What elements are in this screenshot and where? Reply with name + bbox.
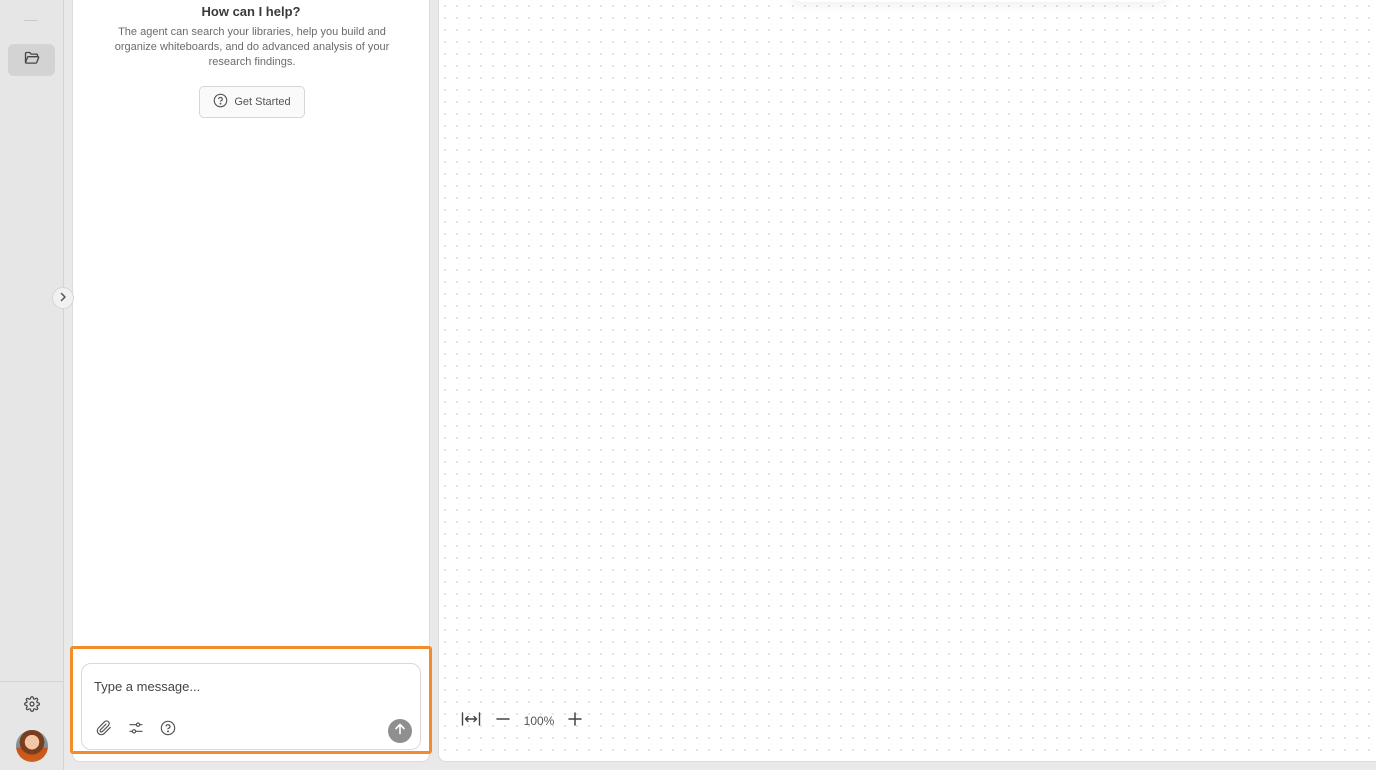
zoom-out-icon [496,712,510,731]
left-rail [0,0,64,770]
expand-panel-button[interactable] [52,287,74,309]
rail-bottom-divider [0,681,64,682]
chevron-right-icon [58,289,68,307]
zoom-in-icon [568,711,582,731]
settings-button[interactable] [22,695,42,717]
folder-open-icon [24,51,40,70]
fit-width-icon [461,711,481,732]
help-circle-icon [213,93,228,111]
help-title: How can I help? [201,4,301,19]
fit-width-button[interactable] [459,710,483,732]
composer-highlight-outline [70,646,432,754]
get-started-label: Get Started [234,96,291,108]
user-avatar[interactable] [16,730,48,762]
zoom-controls: 100% [459,710,587,732]
help-description: The agent can search your libraries, hel… [114,26,390,68]
files-button[interactable] [8,44,55,76]
rail-divider [24,20,38,21]
top-toolbar-edge [789,0,1169,2]
whiteboard-canvas[interactable]: 100% [438,0,1376,762]
get-started-button[interactable]: Get Started [199,86,305,118]
zoom-out-button[interactable] [491,710,515,732]
zoom-in-button[interactable] [563,710,587,732]
zoom-level: 100% [523,714,555,728]
gear-icon [24,695,40,717]
